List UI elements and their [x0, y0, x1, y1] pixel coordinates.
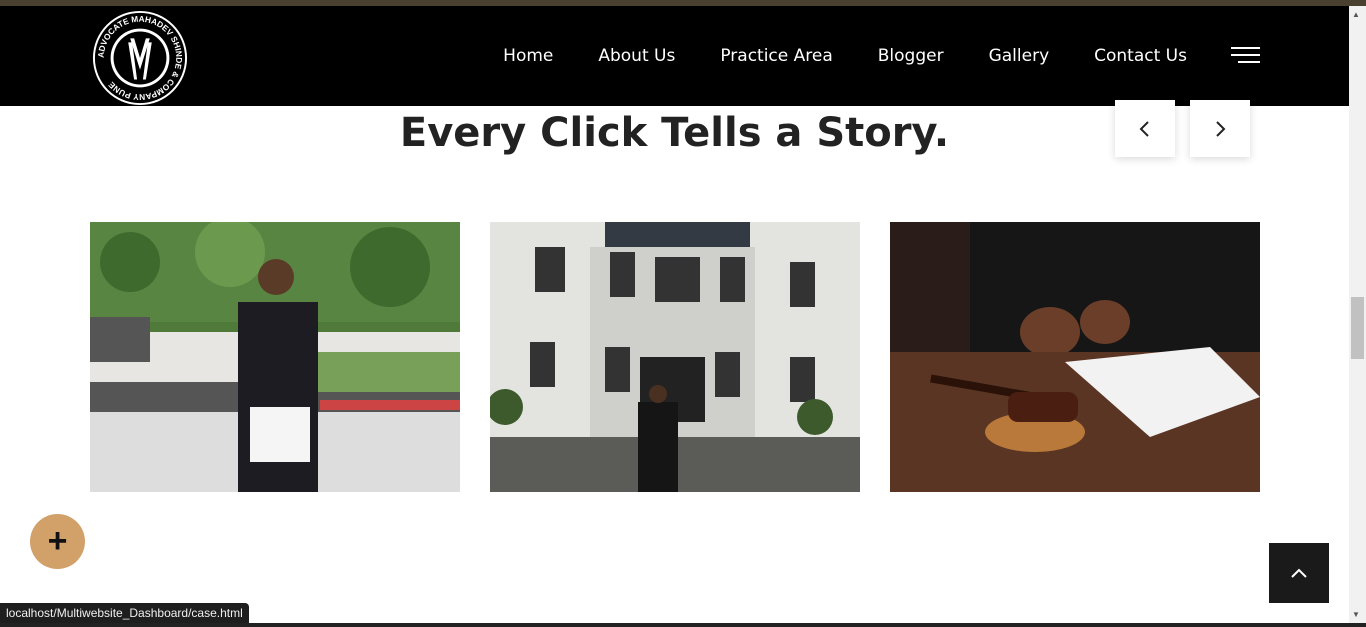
- scrollbar-thumb[interactable]: [1351, 297, 1364, 359]
- navbar: ADVOCATE MAHADEV SHINDE & COMPANY PUNE H…: [0, 6, 1349, 106]
- hamburger-menu-icon[interactable]: [1231, 46, 1260, 66]
- nav-home[interactable]: Home: [503, 46, 553, 66]
- scroll-down-arrow-icon[interactable]: ▼: [1352, 610, 1360, 619]
- browser-status-url: localhost/Multiwebsite_Dashboard/case.ht…: [0, 603, 249, 624]
- nav-gallery[interactable]: Gallery: [989, 46, 1050, 66]
- gallery-image-1[interactable]: [90, 222, 460, 492]
- add-button[interactable]: +: [30, 514, 85, 569]
- carousel-prev-button[interactable]: [1115, 100, 1175, 157]
- gallery-image-2[interactable]: [490, 222, 860, 492]
- chevron-left-icon: [1139, 120, 1149, 137]
- carousel-next-button[interactable]: [1190, 100, 1250, 157]
- bottom-edge: [0, 623, 1366, 627]
- scroll-up-arrow-icon[interactable]: ▲: [1352, 10, 1360, 19]
- scroll-to-top-button[interactable]: [1269, 543, 1329, 603]
- chevron-right-icon: [1216, 120, 1226, 137]
- nav-about-us[interactable]: About Us: [598, 46, 675, 66]
- nav-blogger[interactable]: Blogger: [878, 46, 944, 66]
- nav-contact-us[interactable]: Contact Us: [1094, 46, 1187, 66]
- chevron-up-icon: [1291, 568, 1307, 578]
- gallery-image-3[interactable]: [890, 222, 1260, 492]
- logo[interactable]: ADVOCATE MAHADEV SHINDE & COMPANY PUNE: [90, 9, 190, 107]
- nav-practice-area[interactable]: Practice Area: [720, 46, 832, 66]
- nav-menu: Home About Us Practice Area Blogger Gall…: [458, 6, 1187, 106]
